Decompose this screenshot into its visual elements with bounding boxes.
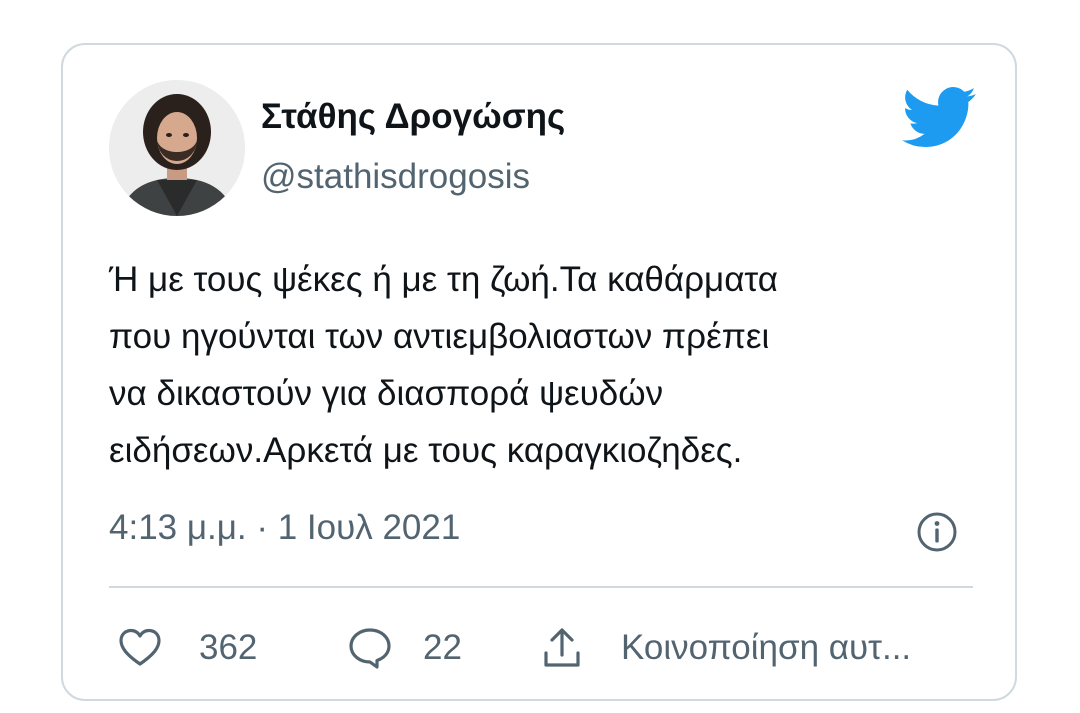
avatar[interactable]	[109, 80, 245, 216]
info-icon[interactable]	[916, 511, 958, 553]
twitter-bird-icon[interactable]	[901, 87, 977, 147]
tweet-card[interactable]: Στάθης Δρογώσης @stathisdrogosis Ή με το…	[61, 43, 1017, 701]
tweet-text: Ή με τους ψέκες ή με τη ζωή.Τα καθάρματα…	[109, 260, 778, 470]
heart-icon	[119, 628, 161, 666]
avatar-photo	[109, 80, 245, 216]
divider	[109, 586, 973, 588]
share-label: Κοινοποίηση αυτ...	[621, 628, 912, 667]
reply-button[interactable]: 22	[347, 619, 462, 677]
speech-bubble-icon	[349, 628, 391, 669]
tweet-timestamp[interactable]: 4:13 μ.μ. · 1 Ιουλ 2021	[109, 508, 460, 548]
reply-count: 22	[423, 628, 462, 667]
like-count: 362	[199, 628, 258, 667]
user-handle[interactable]: @stathisdrogosis	[261, 157, 530, 197]
user-name[interactable]: Στάθης Δρογώσης	[261, 97, 565, 137]
share-icon	[544, 628, 580, 667]
like-button[interactable]: 362	[117, 619, 257, 677]
share-button[interactable]: Κοινοποίηση αυτ...	[539, 619, 911, 677]
tweet-actions: 362 22 Κοινοποίηση αυτ...	[109, 619, 973, 677]
